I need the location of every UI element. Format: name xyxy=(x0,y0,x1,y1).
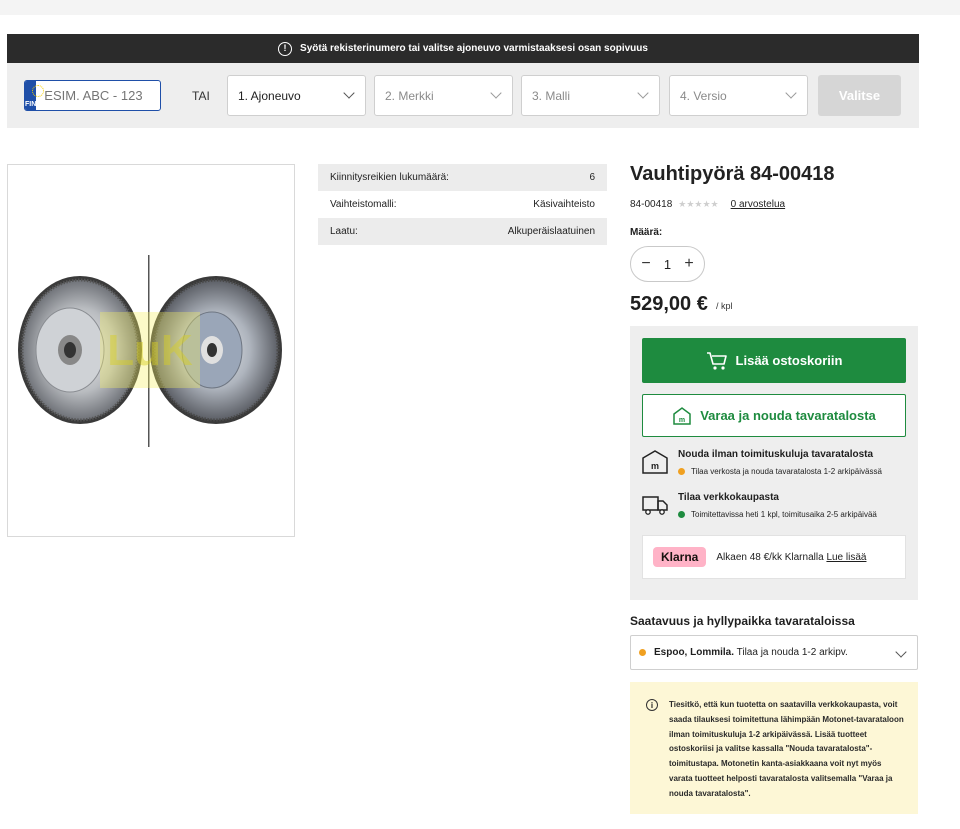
quantity-label: Määrä: xyxy=(630,227,663,238)
pickup-status: Tilaa verkosta ja nouda tavaratalosta 1-… xyxy=(678,467,882,476)
product-price: 529,00 € xyxy=(630,293,708,315)
klarna-read-more-link[interactable]: Lue lisää xyxy=(826,552,866,563)
dropdown-label: 3. Malli xyxy=(532,88,571,103)
store-icon: m xyxy=(673,406,691,425)
quantity-stepper: − 1 + xyxy=(630,246,705,282)
product-sku: 84-00418 xyxy=(630,199,673,210)
add-to-cart-button[interactable]: Lisää ostoskoriin xyxy=(642,338,906,383)
svg-text:m: m xyxy=(651,461,659,471)
tip-text: Tiesitkö, että kun tuotetta on saatavill… xyxy=(669,700,904,798)
svg-text:LuK: LuK xyxy=(107,326,193,375)
availability-title: Saatavuus ja hyllypaikka tavarataloissa xyxy=(630,614,855,628)
rating-stars-icon: ★★★★★ xyxy=(678,199,719,209)
dropdown-make[interactable]: 2. Merkki xyxy=(374,75,513,116)
select-vehicle-button[interactable]: Valitse xyxy=(818,75,901,116)
info-tip: i Tiesitkö, että kun tuotetta on saatavi… xyxy=(630,682,918,814)
fitment-banner: ! Syötä rekisterinumero tai valitse ajon… xyxy=(7,34,919,63)
quantity-value[interactable]: 1 xyxy=(664,257,671,272)
add-to-cart-label: Lisää ostoskoriin xyxy=(735,353,843,368)
product-image[interactable]: LuK xyxy=(7,164,295,537)
eu-flag-icon: FIN xyxy=(25,81,44,110)
status-dot-orange xyxy=(639,649,646,656)
chevron-down-icon xyxy=(343,87,355,99)
flywheel-image: LuK xyxy=(18,255,282,447)
dropdown-version[interactable]: 4. Versio xyxy=(669,75,808,116)
spec-row: Kiinnitysreikien lukumäärä: 6 xyxy=(318,164,607,191)
spec-value: Alkuperäislaatuinen xyxy=(507,226,595,237)
status-dot-green xyxy=(678,511,685,518)
spec-row: Vaihteistomalli: Käsivaihteisto xyxy=(318,191,607,218)
pickup-subtext: Tilaa verkosta ja nouda tavaratalosta 1-… xyxy=(691,467,882,476)
dropdown-label: 2. Merkki xyxy=(385,88,434,103)
klarna-text: Alkaen 48 €/kk Klarnalla xyxy=(716,551,824,563)
reserve-pickup-button[interactable]: m Varaa ja nouda tavaratalosta xyxy=(642,394,906,437)
reviews-link[interactable]: 0 arvostelua xyxy=(731,199,785,210)
spec-label: Laatu: xyxy=(330,226,358,237)
spec-label: Kiinnitysreikien lukumäärä: xyxy=(330,172,449,183)
chevron-down-icon xyxy=(785,87,797,99)
plate-input[interactable] xyxy=(36,81,160,110)
cart-icon xyxy=(706,351,727,370)
store-status: Tilaa ja nouda 1-2 arkipv. xyxy=(736,647,848,658)
spec-row: Laatu: Alkuperäislaatuinen xyxy=(318,218,607,245)
klarna-box: Klarna Alkaen 48 €/kk Klarnalla Lue lisä… xyxy=(642,535,906,579)
online-subtext: Toimitettavissa heti 1 kpl, toimitusaika… xyxy=(691,510,877,519)
chevron-down-icon xyxy=(637,87,649,99)
product-meta: 84-00418 ★★★★★ 0 arvostelua xyxy=(630,199,785,210)
price-unit: / kpl xyxy=(716,301,733,311)
dropdown-label: 4. Versio xyxy=(680,88,727,103)
product-title: Vauhtipyörä 84-00418 xyxy=(630,163,835,185)
online-title: Tilaa verkkokaupasta xyxy=(678,492,779,503)
plus-icon[interactable]: + xyxy=(682,255,696,273)
plate-country: FIN xyxy=(25,101,37,108)
online-status: Toimitettavissa heti 1 kpl, toimitusaika… xyxy=(678,510,877,519)
info-icon: ! xyxy=(278,41,293,56)
svg-text:m: m xyxy=(679,417,685,424)
reserve-label: Varaa ja nouda tavaratalosta xyxy=(700,408,876,423)
klarna-logo: Klarna xyxy=(653,547,707,567)
spec-table: Kiinnitysreikien lukumäärä: 6 Vaihteisto… xyxy=(318,164,607,245)
dropdown-model[interactable]: 3. Malli xyxy=(521,75,660,116)
vehicle-selector: FIN TAI 1. Ajoneuvo 2. Merkki 3. Malli 4… xyxy=(7,63,919,128)
pickup-title: Nouda ilman toimituskuluja tavaratalosta xyxy=(678,449,874,460)
plate-field[interactable]: FIN xyxy=(24,80,161,111)
spec-value: Käsivaihteisto xyxy=(533,199,595,210)
minus-icon[interactable]: − xyxy=(639,255,653,273)
top-strip xyxy=(0,0,960,15)
chevron-down-icon xyxy=(490,87,502,99)
banner-text: Syötä rekisterinumero tai valitse ajoneu… xyxy=(300,43,648,54)
truck-icon xyxy=(642,496,668,515)
store-name: Espoo, Lommila. xyxy=(654,647,735,658)
chevron-down-icon xyxy=(895,646,907,658)
info-icon: i xyxy=(646,699,658,711)
or-label: TAI xyxy=(192,89,210,103)
store-select[interactable]: Espoo, Lommila. Tilaa ja nouda 1-2 arkip… xyxy=(630,635,918,670)
spec-label: Vaihteistomalli: xyxy=(330,199,397,210)
status-dot-orange xyxy=(678,468,685,475)
buy-panel: Lisää ostoskoriin m Varaa ja nouda tavar… xyxy=(630,326,918,600)
spec-value: 6 xyxy=(589,172,595,183)
store-icon: m xyxy=(642,450,668,474)
dropdown-label: 1. Ajoneuvo xyxy=(238,88,301,103)
dropdown-vehicle-type[interactable]: 1. Ajoneuvo xyxy=(227,75,366,116)
